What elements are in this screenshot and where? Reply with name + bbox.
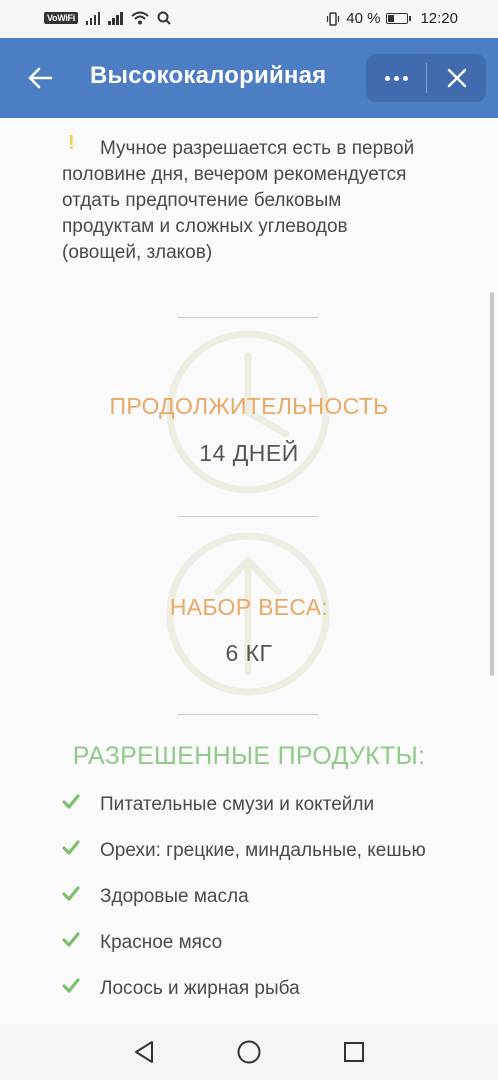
more-dot-icon bbox=[384, 75, 390, 81]
check-icon bbox=[62, 886, 80, 901]
check-icon bbox=[62, 840, 80, 855]
wifi-icon bbox=[131, 11, 149, 25]
page-title: Высококалорийная bbox=[90, 62, 327, 89]
allowed-products-title: РАЗРЕШЕННЫЕ ПРОДУКТЫ: bbox=[72, 742, 426, 770]
list-item: Лосось и жирная рыба bbox=[62, 976, 442, 1002]
status-bar: VoWiFi 40 % 12:20 bbox=[0, 0, 498, 38]
list-item: Орехи: грецкие, миндальные, кешью bbox=[62, 838, 442, 864]
close-button[interactable] bbox=[427, 54, 486, 102]
battery-percent: 40 % bbox=[346, 10, 381, 27]
check-icon bbox=[62, 794, 80, 809]
note-text: Мучное разрешается есть в первой половин… bbox=[62, 138, 415, 263]
app-bar: Высококалорийная bbox=[0, 38, 498, 118]
mini-app-capsule bbox=[366, 54, 486, 102]
nav-recents-button[interactable] bbox=[340, 1038, 368, 1066]
vibrate-icon bbox=[327, 11, 340, 26]
battery-level bbox=[388, 15, 395, 22]
back-button[interactable] bbox=[22, 60, 58, 96]
more-button[interactable] bbox=[366, 54, 426, 102]
more-dot-icon bbox=[402, 75, 408, 81]
arrow-left-icon bbox=[28, 67, 53, 89]
check-icon bbox=[62, 978, 80, 993]
battery-icon bbox=[386, 13, 412, 24]
list-item: Питательные смузи и коктейли bbox=[62, 792, 442, 818]
duration-label: ПРОДОЛЖИТЕЛЬНОСТЬ bbox=[109, 393, 389, 419]
circle-home-icon bbox=[237, 1040, 261, 1064]
vowifi-icon: VoWiFi bbox=[44, 12, 78, 24]
scrollbar[interactable] bbox=[490, 292, 494, 676]
divider bbox=[178, 516, 318, 517]
clock-time: 12:20 bbox=[420, 10, 458, 27]
square-recents-icon bbox=[344, 1042, 364, 1062]
duration-value: 14 ДНЕЙ bbox=[199, 440, 299, 466]
triangle-back-icon bbox=[135, 1041, 153, 1063]
divider bbox=[178, 317, 318, 318]
check-icon bbox=[62, 932, 80, 947]
weight-gain-value: 6 КГ bbox=[225, 640, 273, 666]
more-dot-icon bbox=[393, 75, 399, 81]
nav-home-button[interactable] bbox=[235, 1038, 263, 1066]
list-item: Красное мясо bbox=[62, 930, 442, 956]
nav-back-button[interactable] bbox=[130, 1038, 158, 1066]
divider bbox=[178, 714, 318, 715]
list-item: Здоровые масла bbox=[62, 884, 442, 910]
weight-gain-label: НАБОР ВЕСА: bbox=[169, 594, 329, 620]
search-icon bbox=[157, 11, 171, 25]
signal-icon bbox=[85, 11, 101, 25]
diet-details[interactable]: ! Мучное разрешается есть в первой полов… bbox=[0, 118, 498, 1024]
system-nav-bar bbox=[0, 1024, 498, 1080]
close-icon bbox=[447, 68, 466, 88]
signal-icon-2 bbox=[108, 11, 123, 25]
allowed-products-list: Питательные смузи и коктейли Орехи: грец… bbox=[62, 792, 442, 1022]
